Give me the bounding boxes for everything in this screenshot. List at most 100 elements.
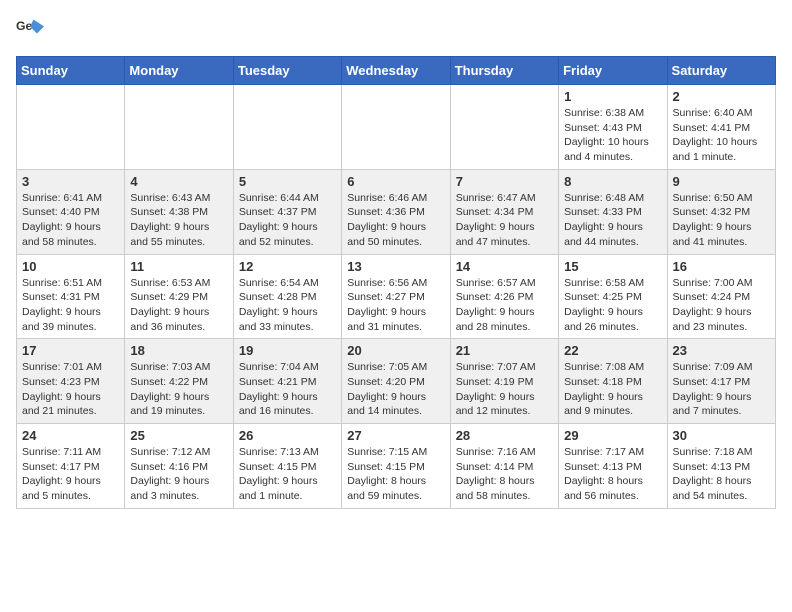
calendar-cell: 15 Sunrise: 6:58 AM Sunset: 4:25 PM Dayli… bbox=[559, 254, 667, 339]
calendar-cell bbox=[450, 85, 558, 170]
day-number: 2 bbox=[673, 89, 770, 104]
day-info: Sunrise: 7:05 AM Sunset: 4:20 PM Dayligh… bbox=[347, 360, 444, 419]
day-number: 10 bbox=[22, 259, 119, 274]
calendar-table: SundayMondayTuesdayWednesdayThursdayFrid… bbox=[16, 56, 776, 509]
day-number: 25 bbox=[130, 428, 227, 443]
calendar-cell: 19 Sunrise: 7:04 AM Sunset: 4:21 PM Dayli… bbox=[233, 339, 341, 424]
calendar-cell: 14 Sunrise: 6:57 AM Sunset: 4:26 PM Dayli… bbox=[450, 254, 558, 339]
calendar-cell bbox=[233, 85, 341, 170]
day-number: 13 bbox=[347, 259, 444, 274]
day-number: 24 bbox=[22, 428, 119, 443]
day-info: Sunrise: 6:57 AM Sunset: 4:26 PM Dayligh… bbox=[456, 276, 553, 335]
day-info: Sunrise: 6:50 AM Sunset: 4:32 PM Dayligh… bbox=[673, 191, 770, 250]
day-number: 30 bbox=[673, 428, 770, 443]
day-info: Sunrise: 7:16 AM Sunset: 4:14 PM Dayligh… bbox=[456, 445, 553, 504]
day-number: 18 bbox=[130, 343, 227, 358]
calendar-cell: 2 Sunrise: 6:40 AM Sunset: 4:41 PM Daylig… bbox=[667, 85, 775, 170]
day-number: 12 bbox=[239, 259, 336, 274]
day-info: Sunrise: 7:00 AM Sunset: 4:24 PM Dayligh… bbox=[673, 276, 770, 335]
day-number: 29 bbox=[564, 428, 661, 443]
logo: Gen bbox=[16, 16, 48, 44]
header-saturday: Saturday bbox=[667, 57, 775, 85]
day-info: Sunrise: 7:09 AM Sunset: 4:17 PM Dayligh… bbox=[673, 360, 770, 419]
calendar-week-row: 3 Sunrise: 6:41 AM Sunset: 4:40 PM Daylig… bbox=[17, 169, 776, 254]
day-info: Sunrise: 6:40 AM Sunset: 4:41 PM Dayligh… bbox=[673, 106, 770, 165]
day-info: Sunrise: 6:58 AM Sunset: 4:25 PM Dayligh… bbox=[564, 276, 661, 335]
calendar-cell: 9 Sunrise: 6:50 AM Sunset: 4:32 PM Daylig… bbox=[667, 169, 775, 254]
calendar-week-row: 24 Sunrise: 7:11 AM Sunset: 4:17 PM Dayli… bbox=[17, 424, 776, 509]
day-number: 6 bbox=[347, 174, 444, 189]
calendar-week-row: 10 Sunrise: 6:51 AM Sunset: 4:31 PM Dayli… bbox=[17, 254, 776, 339]
day-info: Sunrise: 6:38 AM Sunset: 4:43 PM Dayligh… bbox=[564, 106, 661, 165]
calendar-cell: 30 Sunrise: 7:18 AM Sunset: 4:13 PM Dayli… bbox=[667, 424, 775, 509]
day-info: Sunrise: 6:43 AM Sunset: 4:38 PM Dayligh… bbox=[130, 191, 227, 250]
day-number: 11 bbox=[130, 259, 227, 274]
header-thursday: Thursday bbox=[450, 57, 558, 85]
header-sunday: Sunday bbox=[17, 57, 125, 85]
calendar-cell: 11 Sunrise: 6:53 AM Sunset: 4:29 PM Dayli… bbox=[125, 254, 233, 339]
calendar-cell: 7 Sunrise: 6:47 AM Sunset: 4:34 PM Daylig… bbox=[450, 169, 558, 254]
calendar-cell: 4 Sunrise: 6:43 AM Sunset: 4:38 PM Daylig… bbox=[125, 169, 233, 254]
day-info: Sunrise: 7:11 AM Sunset: 4:17 PM Dayligh… bbox=[22, 445, 119, 504]
calendar-cell: 20Sunrise: 7:05 AM Sunset: 4:20 PM Dayli… bbox=[342, 339, 450, 424]
day-number: 17 bbox=[22, 343, 119, 358]
day-info: Sunrise: 6:44 AM Sunset: 4:37 PM Dayligh… bbox=[239, 191, 336, 250]
day-info: Sunrise: 7:01 AM Sunset: 4:23 PM Dayligh… bbox=[22, 360, 119, 419]
calendar-cell: 12Sunrise: 6:54 AM Sunset: 4:28 PM Dayli… bbox=[233, 254, 341, 339]
day-number: 4 bbox=[130, 174, 227, 189]
calendar-week-row: 1 Sunrise: 6:38 AM Sunset: 4:43 PM Daylig… bbox=[17, 85, 776, 170]
day-number: 28 bbox=[456, 428, 553, 443]
calendar-cell: 16 Sunrise: 7:00 AM Sunset: 4:24 PM Dayli… bbox=[667, 254, 775, 339]
day-number: 14 bbox=[456, 259, 553, 274]
calendar-cell: 24 Sunrise: 7:11 AM Sunset: 4:17 PM Dayli… bbox=[17, 424, 125, 509]
calendar-cell: 28 Sunrise: 7:16 AM Sunset: 4:14 PM Dayli… bbox=[450, 424, 558, 509]
calendar-cell: 6Sunrise: 6:46 AM Sunset: 4:36 PM Daylig… bbox=[342, 169, 450, 254]
calendar-cell: 3 Sunrise: 6:41 AM Sunset: 4:40 PM Daylig… bbox=[17, 169, 125, 254]
calendar-cell: 17 Sunrise: 7:01 AM Sunset: 4:23 PM Dayli… bbox=[17, 339, 125, 424]
day-number: 16 bbox=[673, 259, 770, 274]
day-info: Sunrise: 7:15 AM Sunset: 4:15 PM Dayligh… bbox=[347, 445, 444, 504]
day-number: 15 bbox=[564, 259, 661, 274]
calendar-cell bbox=[17, 85, 125, 170]
day-info: Sunrise: 7:04 AM Sunset: 4:21 PM Dayligh… bbox=[239, 360, 336, 419]
day-number: 3 bbox=[22, 174, 119, 189]
calendar-cell: 25 Sunrise: 7:12 AM Sunset: 4:16 PM Dayli… bbox=[125, 424, 233, 509]
page-header: Gen bbox=[16, 16, 776, 44]
calendar-cell: 21 Sunrise: 7:07 AM Sunset: 4:19 PM Dayli… bbox=[450, 339, 558, 424]
day-info: Sunrise: 6:53 AM Sunset: 4:29 PM Dayligh… bbox=[130, 276, 227, 335]
day-number: 8 bbox=[564, 174, 661, 189]
day-number: 21 bbox=[456, 343, 553, 358]
day-number: 19 bbox=[239, 343, 336, 358]
day-info: Sunrise: 6:51 AM Sunset: 4:31 PM Dayligh… bbox=[22, 276, 119, 335]
day-number: 23 bbox=[673, 343, 770, 358]
day-info: Sunrise: 7:12 AM Sunset: 4:16 PM Dayligh… bbox=[130, 445, 227, 504]
logo-icon: Gen bbox=[16, 16, 44, 44]
day-number: 1 bbox=[564, 89, 661, 104]
day-info: Sunrise: 7:07 AM Sunset: 4:19 PM Dayligh… bbox=[456, 360, 553, 419]
header-monday: Monday bbox=[125, 57, 233, 85]
calendar-cell: 22Sunrise: 7:08 AM Sunset: 4:18 PM Dayli… bbox=[559, 339, 667, 424]
header-friday: Friday bbox=[559, 57, 667, 85]
day-info: Sunrise: 7:13 AM Sunset: 4:15 PM Dayligh… bbox=[239, 445, 336, 504]
calendar-cell: 23 Sunrise: 7:09 AM Sunset: 4:17 PM Dayli… bbox=[667, 339, 775, 424]
calendar-cell: 13Sunrise: 6:56 AM Sunset: 4:27 PM Dayli… bbox=[342, 254, 450, 339]
day-number: 5 bbox=[239, 174, 336, 189]
calendar-week-row: 17 Sunrise: 7:01 AM Sunset: 4:23 PM Dayli… bbox=[17, 339, 776, 424]
day-info: Sunrise: 7:08 AM Sunset: 4:18 PM Dayligh… bbox=[564, 360, 661, 419]
day-info: Sunrise: 6:47 AM Sunset: 4:34 PM Dayligh… bbox=[456, 191, 553, 250]
day-info: Sunrise: 7:18 AM Sunset: 4:13 PM Dayligh… bbox=[673, 445, 770, 504]
header-wednesday: Wednesday bbox=[342, 57, 450, 85]
day-info: Sunrise: 7:17 AM Sunset: 4:13 PM Dayligh… bbox=[564, 445, 661, 504]
day-number: 27 bbox=[347, 428, 444, 443]
header-tuesday: Tuesday bbox=[233, 57, 341, 85]
calendar-cell: 27 Sunrise: 7:15 AM Sunset: 4:15 PM Dayli… bbox=[342, 424, 450, 509]
calendar-cell: 29 Sunrise: 7:17 AM Sunset: 4:13 PM Dayli… bbox=[559, 424, 667, 509]
calendar-cell: 5 Sunrise: 6:44 AM Sunset: 4:37 PM Daylig… bbox=[233, 169, 341, 254]
day-info: Sunrise: 7:03 AM Sunset: 4:22 PM Dayligh… bbox=[130, 360, 227, 419]
day-number: 7 bbox=[456, 174, 553, 189]
day-number: 9 bbox=[673, 174, 770, 189]
calendar-cell bbox=[125, 85, 233, 170]
calendar-cell: 18 Sunrise: 7:03 AM Sunset: 4:22 PM Dayli… bbox=[125, 339, 233, 424]
day-info: Sunrise: 6:41 AM Sunset: 4:40 PM Dayligh… bbox=[22, 191, 119, 250]
calendar-cell: 10 Sunrise: 6:51 AM Sunset: 4:31 PM Dayli… bbox=[17, 254, 125, 339]
